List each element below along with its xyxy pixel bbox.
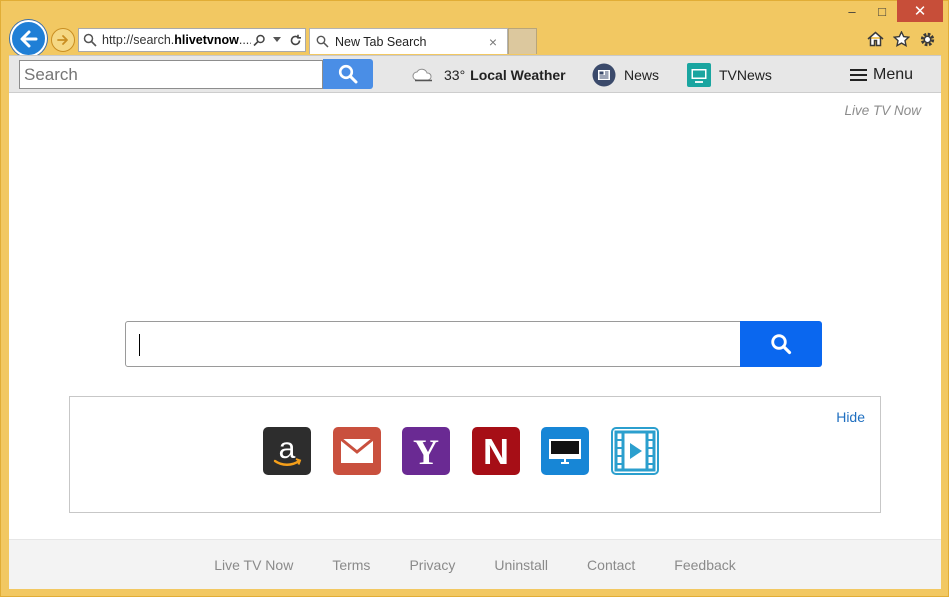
back-button[interactable] <box>10 20 47 57</box>
gear-icon <box>920 32 934 46</box>
search-icon <box>771 334 792 355</box>
tv-icon <box>687 63 711 87</box>
new-tab-button[interactable] <box>508 28 537 54</box>
footer-link-uninstall[interactable]: Uninstall <box>494 557 548 573</box>
footer-link-privacy[interactable]: Privacy <box>409 557 455 573</box>
amazon-icon: a <box>273 432 302 466</box>
maximize-button[interactable]: □ <box>867 0 897 22</box>
tvnews-label: TVNews <box>719 67 772 83</box>
svg-text:a: a <box>279 432 296 465</box>
text-caret <box>139 334 140 356</box>
search-icon <box>338 64 358 84</box>
news-icon <box>592 63 616 87</box>
shortcut-tv[interactable] <box>541 427 589 475</box>
search-icon <box>316 35 329 48</box>
toolbar-search-input[interactable] <box>19 60 323 89</box>
page-footer: Live TV Now Terms Privacy Uninstall Cont… <box>9 539 941 589</box>
footer-link-feedback[interactable]: Feedback <box>674 557 735 573</box>
mail-icon <box>340 438 374 463</box>
address-bar[interactable]: http://search.hlivetvnow.... <box>78 28 306 52</box>
main-search-button[interactable] <box>740 321 822 367</box>
tab-new-tab-search[interactable]: New Tab Search × <box>309 28 508 54</box>
caret-down-icon <box>273 37 281 42</box>
tab-close-button[interactable]: × <box>483 32 503 52</box>
footer-link-live-tv-now[interactable]: Live TV Now <box>214 557 293 573</box>
address-dropdown-button[interactable] <box>269 32 285 48</box>
hamburger-icon <box>850 69 867 81</box>
star-icon <box>892 31 910 47</box>
home-button[interactable] <box>865 29 885 49</box>
url-prefix: http://search. <box>102 33 175 47</box>
svg-text:Y: Y <box>413 432 439 471</box>
news-label: News <box>624 67 660 83</box>
browser-actions <box>865 29 937 49</box>
shortcut-video[interactable] <box>611 427 659 475</box>
tab-title: New Tab Search <box>335 34 427 49</box>
tvnews-link[interactable]: TVNews <box>687 56 772 94</box>
hide-shortcuts-link[interactable]: Hide <box>836 409 865 425</box>
cloudy-weather-icon <box>412 68 432 82</box>
netflix-icon: N <box>483 431 509 471</box>
menu-label: Menu <box>873 66 914 83</box>
extension-toolbar: 33° Local Weather News TVNews Menu <box>9 55 941 93</box>
address-search-button[interactable] <box>251 32 267 48</box>
home-icon <box>867 31 883 47</box>
weather-temperature: 33° <box>444 67 466 83</box>
weather-label: Local Weather <box>470 67 566 83</box>
url-suffix: .... <box>238 33 251 47</box>
settings-button[interactable] <box>917 29 937 49</box>
shortcut-yahoo[interactable]: Y <box>402 427 450 475</box>
search-icon <box>83 33 97 47</box>
footer-link-contact[interactable]: Contact <box>587 557 635 573</box>
weather-widget[interactable]: 33° Local Weather <box>412 56 566 94</box>
url-domain: hlivetvnow <box>174 33 239 47</box>
main-search-input[interactable] <box>125 321 741 367</box>
news-link[interactable]: News <box>592 56 659 94</box>
yahoo-icon: Y <box>413 432 439 471</box>
close-window-button[interactable]: ✕ <box>897 0 943 22</box>
favorites-button[interactable] <box>891 29 911 49</box>
refresh-button[interactable] <box>287 32 303 48</box>
forward-button[interactable] <box>51 28 75 52</box>
brand-link[interactable]: Live TV Now <box>844 103 921 118</box>
shortcut-netflix[interactable]: N <box>472 427 520 475</box>
shortcuts-panel: Hide a Y N <box>69 396 881 513</box>
shortcut-amazon[interactable]: a <box>263 427 311 475</box>
arrow-left-icon <box>20 30 37 47</box>
search-dropdown-icon <box>252 34 265 46</box>
menu-button[interactable]: Menu <box>850 56 913 94</box>
shortcut-gmail[interactable] <box>333 427 381 475</box>
video-icon <box>614 430 656 472</box>
arrow-right-icon <box>57 35 68 45</box>
footer-link-terms[interactable]: Terms <box>332 557 370 573</box>
svg-text:N: N <box>483 431 509 471</box>
page-content: Live TV Now Hide a Y N <box>9 93 941 539</box>
url-text[interactable]: http://search.hlivetvnow.... <box>102 33 251 47</box>
minimize-button[interactable]: – <box>837 0 867 22</box>
refresh-icon <box>290 34 301 45</box>
window-controls: – □ ✕ <box>837 0 943 22</box>
toolbar-search-button[interactable] <box>323 59 373 89</box>
monitor-icon <box>549 439 581 464</box>
